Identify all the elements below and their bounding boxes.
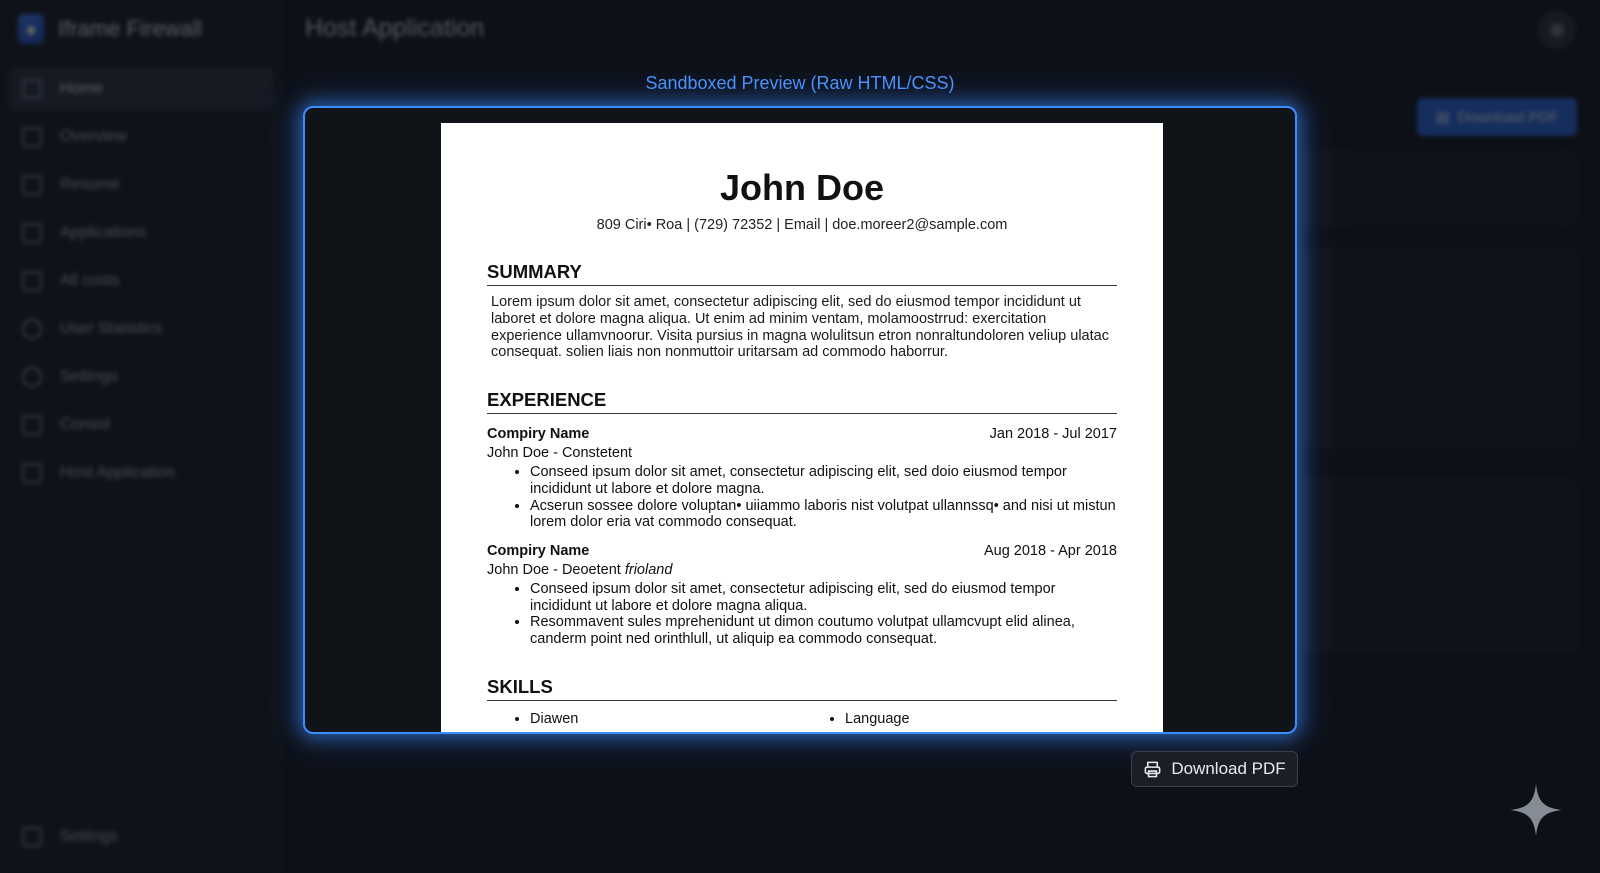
skills-heading: SKILLS <box>487 676 1117 701</box>
resume-document: John Doe 809 Ciri• Roa | (729) 72352 | E… <box>441 123 1163 732</box>
download-pdf-label: Download PDF <box>1171 759 1286 778</box>
resume-contact: 809 Ciri• Roa | (729) 72352 | Email | do… <box>596 217 1008 233</box>
job-company: Compiry Name <box>487 543 590 559</box>
list-item: Conseed ipsum dolor sit amet, consectetu… <box>530 464 1117 497</box>
job-role: John Doe - Constetent <box>487 445 633 462</box>
job-role-text: John Doe - Deoetent <box>487 562 621 578</box>
skill-item: Language <box>845 711 1117 727</box>
job-company: Compiry Name <box>487 426 590 443</box>
experience-heading: EXPERIENCE <box>487 389 1117 415</box>
download-pdf-button[interactable]: Download PDF <box>1131 751 1298 787</box>
sandboxed-preview-frame[interactable]: John Doe 809 Ciri• Roa | (729) 72352 | E… <box>303 106 1297 734</box>
preview-caption: Sandboxed Preview (Raw HTML/CSS) <box>645 73 955 93</box>
job-dates: Aug 2018 - Apr 2018 <box>983 543 1117 559</box>
job-bullets: Conseed ipsum dolor sit amet, consectetu… <box>487 464 1117 531</box>
skills-list: Diawen Language <box>487 711 1117 727</box>
job-role: John Doe - Deoetent frioland <box>487 562 1117 578</box>
resume-name: John Doe <box>719 167 884 208</box>
job-role-italic: frioland <box>624 562 673 578</box>
list-item: Acserun sossee dolore voluptan• uiiammo … <box>530 498 1117 531</box>
sparkle-icon <box>1510 784 1562 836</box>
summary-text: Lorem ipsum dolor sit amet, consectetur … <box>491 294 1109 361</box>
printer-icon <box>1144 761 1161 777</box>
job-dates: Jan 2018 - Jul 2017 <box>989 426 1117 443</box>
list-item: Conseed ipsum dolor sit amet, consectetu… <box>530 581 1117 614</box>
list-item: Resommavent sules mprehenidunt ut dimon … <box>530 614 1117 647</box>
job-bullets: Conseed ipsum dolor sit amet, consectetu… <box>487 581 1117 648</box>
skill-item: Diawen <box>530 711 802 727</box>
summary-heading: SUMMARY <box>487 261 1117 286</box>
job-entry: Compiry Name Aug 2018 - Apr 2018 John Do… <box>487 543 1117 648</box>
job-entry: Compiry Name Jan 2018 - Jul 2017 John Do… <box>487 426 1117 531</box>
